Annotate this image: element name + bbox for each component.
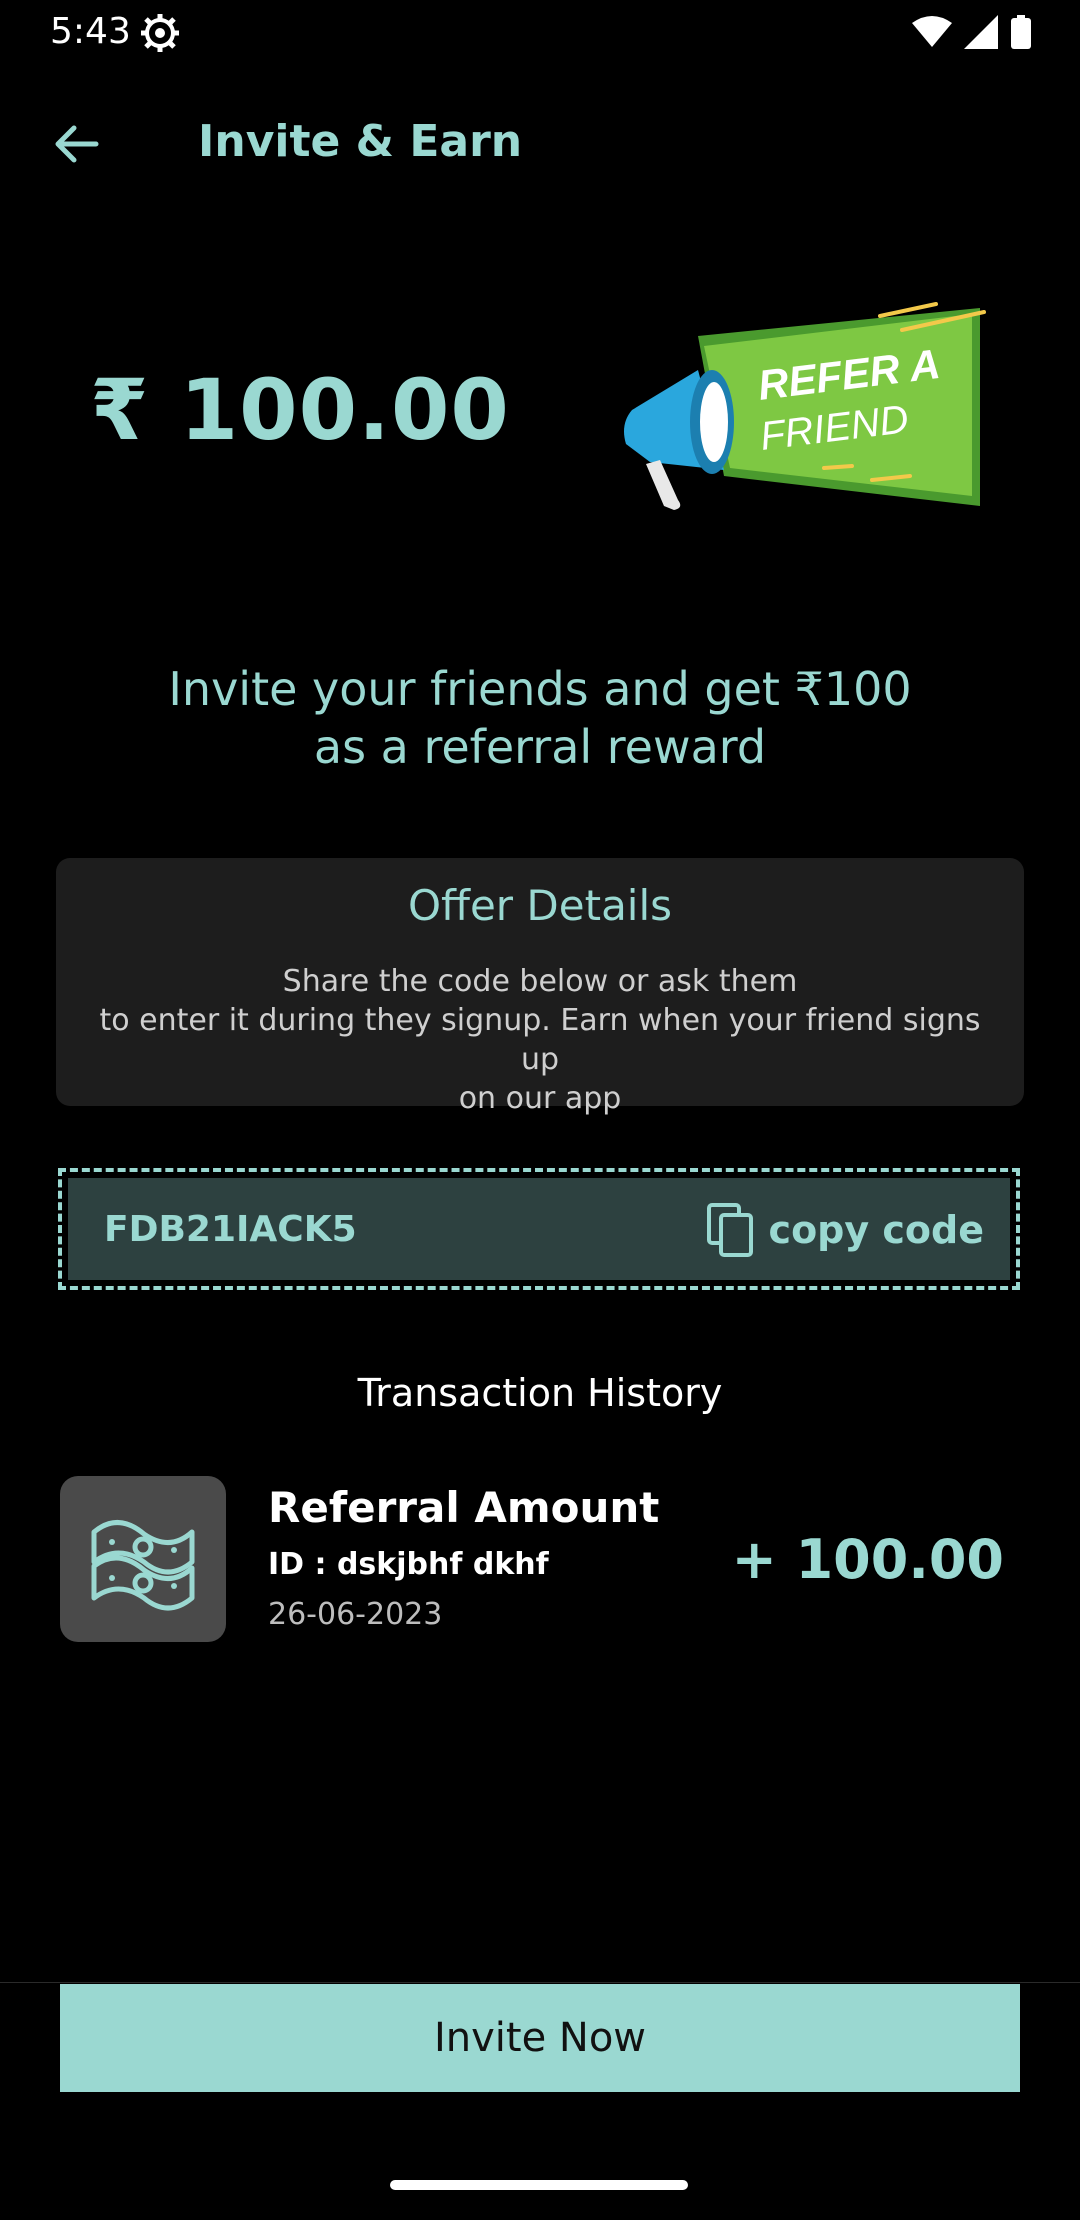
invite-message: Invite your friends and get ₹100 as a re… — [168, 662, 912, 774]
offer-description: Share the code below or ask them to ente… — [99, 964, 981, 1116]
offer-title: Offer Details — [407, 881, 673, 930]
copy-code-label: copy code — [768, 1208, 984, 1252]
transaction-history-heading: Transaction History — [357, 1371, 723, 1415]
offer-details-card: Offer Details Share the code below or as… — [56, 858, 1024, 1116]
back-button[interactable] — [40, 108, 112, 180]
home-indicator[interactable] — [390, 2180, 688, 2190]
copy-code-button[interactable]: copy code — [706, 1202, 984, 1258]
battery-icon — [1011, 15, 1031, 49]
megaphone-banner-illustration: REFER A FRIEND — [624, 302, 986, 510]
referral-balance: ₹ 100.00 — [90, 361, 510, 459]
transaction-title: Referral Amount — [268, 1483, 660, 1532]
invite-now-button[interactable]: Invite Now — [60, 1984, 1020, 2092]
transaction-amount: + 100.00 — [731, 1528, 1004, 1591]
transaction-thumbnail — [60, 1476, 226, 1642]
referral-code-field: FDB21IACK5 copy code — [68, 1178, 1010, 1280]
referral-code: FDB21IACK5 — [104, 1209, 357, 1250]
transaction-id: ID : dskjbhf dkhf — [268, 1547, 549, 1582]
status-time: 5:43 — [50, 11, 131, 52]
status-icons — [912, 14, 1032, 50]
page-title: Invite & Earn — [198, 116, 523, 167]
money-icon — [91, 1520, 195, 1611]
referral-code-box: FDB21IACK5 copy code — [58, 1168, 1020, 1290]
arrow-left-icon — [55, 125, 99, 163]
signal-icon — [964, 15, 998, 49]
gear-icon — [140, 13, 180, 53]
refer-a-friend-banner: REFER A FRIEND — [620, 300, 1000, 530]
transaction-date: 26-06-2023 — [268, 1597, 443, 1632]
copy-icon — [706, 1203, 753, 1257]
bottom-divider — [0, 1982, 1080, 1983]
wifi-icon — [912, 16, 952, 47]
